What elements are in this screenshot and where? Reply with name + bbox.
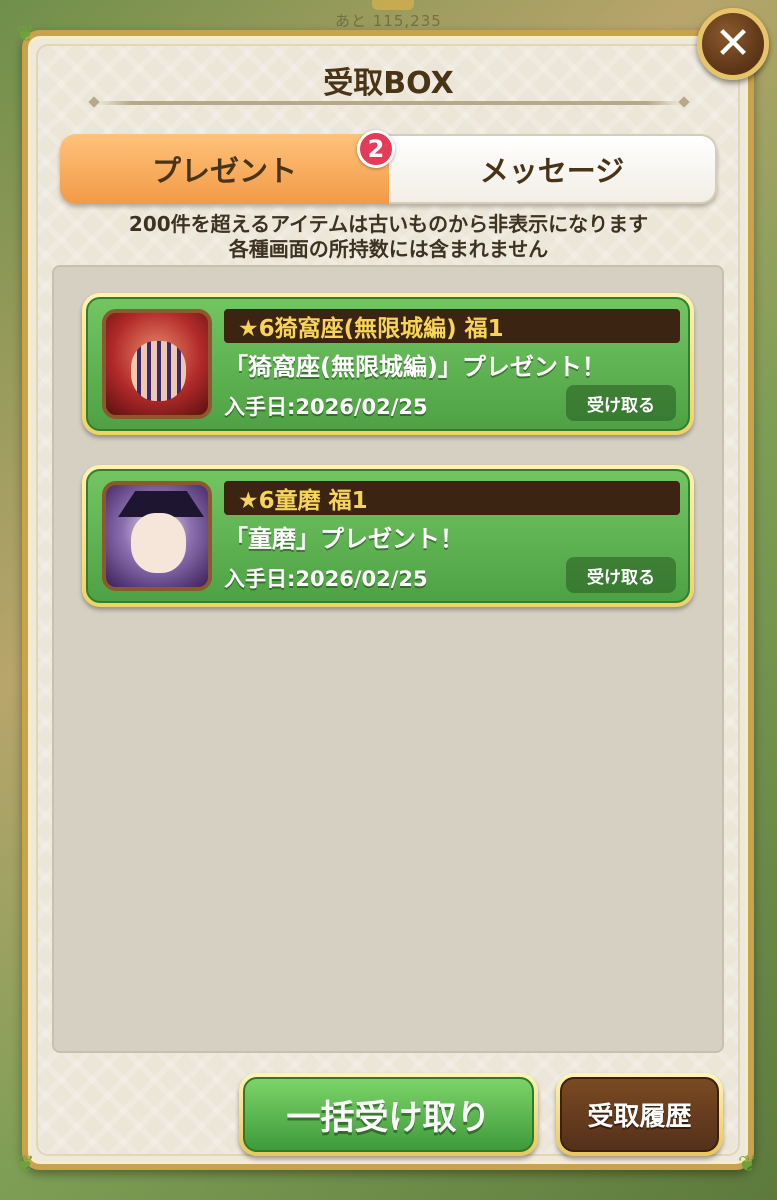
bulk-receive-button[interactable]: 一括受け取り: [239, 1073, 538, 1156]
notice-line-2: 各種画面の所持数には含まれません: [228, 237, 549, 261]
tab-present[interactable]: プレゼント: [60, 134, 389, 204]
leaf-corner-icon: ❦: [16, 1152, 35, 1177]
item-description: 「童磨」プレゼント！: [224, 525, 464, 553]
tab-message[interactable]: メッセージ: [389, 134, 717, 204]
notification-badge: 2: [357, 130, 395, 168]
item-title: ★6猗窩座(無限城編) 福1: [224, 309, 680, 343]
list-item: ★6童磨 福1 「童磨」プレゼント！ 入手日:2026/02/25 受け取る: [82, 465, 694, 607]
receive-button[interactable]: 受け取る: [566, 557, 676, 593]
bulk-receive-label: 一括受け取り: [243, 1077, 534, 1152]
notice-text: 200件を超えるアイテムは古いものから非表示になります 各種画面の所持数には含ま…: [0, 212, 777, 262]
item-description: 「猗窩座(無限城編)」プレゼント！: [224, 353, 606, 381]
item-date: 入手日:2026/02/25: [224, 395, 428, 419]
list-item: ★6猗窩座(無限城編) 福1 「猗窩座(無限城編)」プレゼント！ 入手日:202…: [82, 293, 694, 435]
receive-button[interactable]: 受け取る: [566, 385, 676, 421]
list-item-body: ★6童磨 福1 「童磨」プレゼント！ 入手日:2026/02/25 受け取る: [86, 469, 690, 603]
title-divider: [96, 101, 682, 105]
tab-message-label: メッセージ: [479, 154, 625, 188]
character-face-icon: [131, 341, 186, 401]
leaf-corner-icon: ❦: [16, 22, 35, 47]
background-tab-decoration: [372, 0, 414, 10]
item-date: 入手日:2026/02/25: [224, 567, 428, 591]
tab-present-label: プレゼント: [151, 154, 297, 188]
notice-line-1: 200件を超えるアイテムは古いものから非表示になります: [128, 212, 649, 236]
character-face-icon: [131, 513, 186, 573]
list-item-body: ★6猗窩座(無限城編) 福1 「猗窩座(無限城編)」プレゼント！ 入手日:202…: [86, 297, 690, 431]
history-label: 受取履歴: [560, 1077, 719, 1152]
leaf-corner-icon: ❦: [738, 1152, 757, 1177]
dialog-title: 受取BOX: [323, 66, 454, 101]
background-text: あと 115,235: [335, 12, 442, 30]
history-button[interactable]: 受取履歴: [556, 1073, 723, 1156]
character-avatar: [102, 309, 212, 419]
character-avatar: [102, 481, 212, 591]
item-title: ★6童磨 福1: [224, 481, 680, 515]
